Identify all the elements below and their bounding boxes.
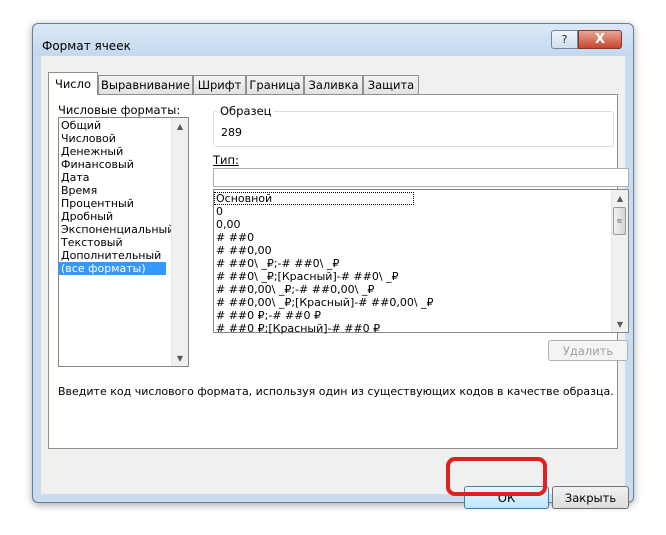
- category-currency[interactable]: Денежный: [59, 145, 188, 158]
- scroll-thumb[interactable]: ≡: [613, 207, 626, 235]
- tab-fill[interactable]: Заливка: [304, 75, 363, 94]
- format-code-item[interactable]: # ##0 ₽;[Красный]-# ##0 ₽: [214, 322, 628, 335]
- format-code-item[interactable]: # ##0\ _₽;-# ##0\ _₽: [214, 257, 628, 270]
- delete-button[interactable]: Удалить: [548, 340, 628, 361]
- category-list[interactable]: Общий Числовой Денежный Финансовый Дата …: [58, 117, 189, 367]
- scroll-down-arrow-icon[interactable]: ▼: [612, 316, 628, 332]
- category-date[interactable]: Дата: [59, 171, 188, 184]
- tab-font[interactable]: Шрифт: [193, 75, 246, 94]
- close-icon: X: [594, 32, 606, 47]
- category-number[interactable]: Числовой: [59, 132, 188, 145]
- category-scientific[interactable]: Экспоненциальный: [59, 223, 188, 236]
- category-custom[interactable]: (все форматы): [59, 262, 166, 275]
- tab-protection[interactable]: Защита: [363, 75, 419, 94]
- number-formats-label: Числовые форматы:: [58, 103, 181, 117]
- tab-alignment[interactable]: Выравнивание: [98, 75, 193, 94]
- format-code-item[interactable]: # ##0\ _₽;[Красный]-# ##0\ _₽: [214, 270, 628, 283]
- sample-value: 289: [221, 126, 242, 139]
- title-bar: Формат ячеек ? X: [33, 24, 633, 56]
- format-code-list[interactable]: Основной 0 0,00 # ##0 # ##0,00 # ##0\ _₽…: [213, 189, 629, 335]
- close-button[interactable]: Закрыть: [552, 486, 629, 509]
- format-code-items: Основной 0 0,00 # ##0 # ##0,00 # ##0\ _₽…: [214, 190, 628, 335]
- category-scrollbar[interactable]: ▲ ▼: [171, 118, 188, 366]
- sample-label: Образец: [218, 104, 274, 118]
- category-items: Общий Числовой Денежный Финансовый Дата …: [59, 118, 188, 275]
- format-code-item[interactable]: Основной: [214, 192, 414, 205]
- scroll-up-arrow-icon[interactable]: ▲: [172, 118, 188, 134]
- category-general[interactable]: Общий: [59, 119, 188, 132]
- dialog-title: Формат ячеек: [42, 39, 131, 53]
- type-input[interactable]: [213, 168, 629, 187]
- sample-group: Образец 289: [213, 104, 614, 147]
- tab-number[interactable]: Число: [48, 72, 98, 95]
- format-code-item[interactable]: # ##0,00\ _₽;[Красный]-# ##0,00\ _₽: [214, 296, 628, 309]
- category-percentage[interactable]: Процентный: [59, 197, 188, 210]
- format-code-scrollbar[interactable]: ▲ ≡ ▼: [611, 190, 628, 332]
- scroll-down-arrow-icon[interactable]: ▼: [172, 350, 188, 366]
- format-code-item[interactable]: # ##0: [214, 231, 628, 244]
- format-code-item[interactable]: 0: [214, 205, 628, 218]
- format-hint-text: Введите код числового формата, используя…: [58, 385, 614, 398]
- scroll-up-arrow-icon[interactable]: ▲: [612, 190, 628, 206]
- category-text[interactable]: Текстовый: [59, 236, 188, 249]
- dialog-client-area: Число Выравнивание Шрифт Граница Заливка…: [41, 56, 629, 509]
- category-special[interactable]: Дополнительный: [59, 249, 188, 262]
- title-close-button[interactable]: X: [578, 30, 622, 49]
- category-time[interactable]: Время: [59, 184, 188, 197]
- ok-button-highlight: [446, 457, 547, 496]
- type-label: Тип:: [213, 153, 239, 167]
- format-code-item[interactable]: # ##0,00: [214, 244, 628, 257]
- format-code-item[interactable]: # ##0,00\ _₽;-# ##0,00\ _₽: [214, 283, 628, 296]
- help-button[interactable]: ?: [551, 30, 578, 49]
- tab-border[interactable]: Граница: [246, 75, 304, 94]
- format-cells-dialog: Формат ячеек ? X Число Выравнивание Шриф…: [32, 23, 634, 509]
- help-icon: ?: [561, 33, 568, 46]
- number-tab-panel: Числовые форматы: Общий Числовой Денежны…: [48, 94, 629, 449]
- category-fraction[interactable]: Дробный: [59, 210, 188, 223]
- format-code-item[interactable]: # ##0 ₽;-# ##0 ₽: [214, 309, 628, 322]
- category-accounting[interactable]: Финансовый: [59, 158, 188, 171]
- format-code-item[interactable]: 0,00: [214, 218, 628, 231]
